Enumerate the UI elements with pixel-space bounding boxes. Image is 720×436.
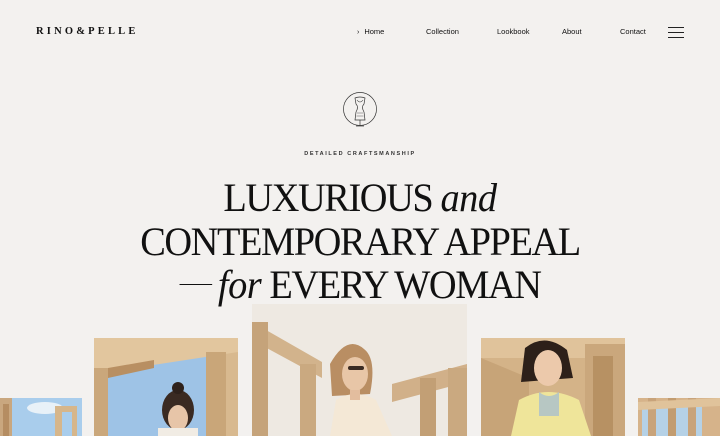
main-nav: › Home Collection Lookbook About Contact [0, 27, 720, 39]
lookbook-photo-left[interactable] [94, 338, 238, 436]
headline-line-1: LUXURIOUS and [14, 178, 705, 218]
dash-divider [179, 284, 213, 286]
nav-item-about[interactable]: About [562, 27, 582, 36]
headline-text: EVERY WOMAN [261, 262, 542, 307]
headline-line-2: CONTEMPORARY APPEAL [140, 219, 581, 264]
lookbook-photo-far-right[interactable] [638, 398, 720, 436]
lookbook-photo-right[interactable] [481, 338, 625, 436]
nav-label: Home [364, 27, 385, 36]
headline-italic: and [440, 175, 497, 220]
nav-item-lookbook[interactable]: Lookbook [497, 27, 530, 36]
nav-item-contact[interactable]: Contact [620, 27, 646, 36]
headline-line-3: for EVERY WOMAN [14, 265, 705, 305]
dress-form-icon [343, 92, 377, 127]
nav-item-home[interactable]: › Home [357, 27, 384, 36]
eyebrow-text: DETAILED CRAFTSMANSHIP [304, 151, 416, 157]
hamburger-icon[interactable] [668, 27, 684, 38]
lookbook-photo-center[interactable] [252, 304, 467, 436]
nav-item-collection[interactable]: Collection [426, 27, 459, 36]
lookbook-photo-far-left[interactable] [0, 398, 82, 436]
headline-text: LUXURIOUS [223, 175, 441, 220]
chevron-right-icon: › [357, 29, 360, 36]
headline-italic: for [217, 262, 262, 307]
